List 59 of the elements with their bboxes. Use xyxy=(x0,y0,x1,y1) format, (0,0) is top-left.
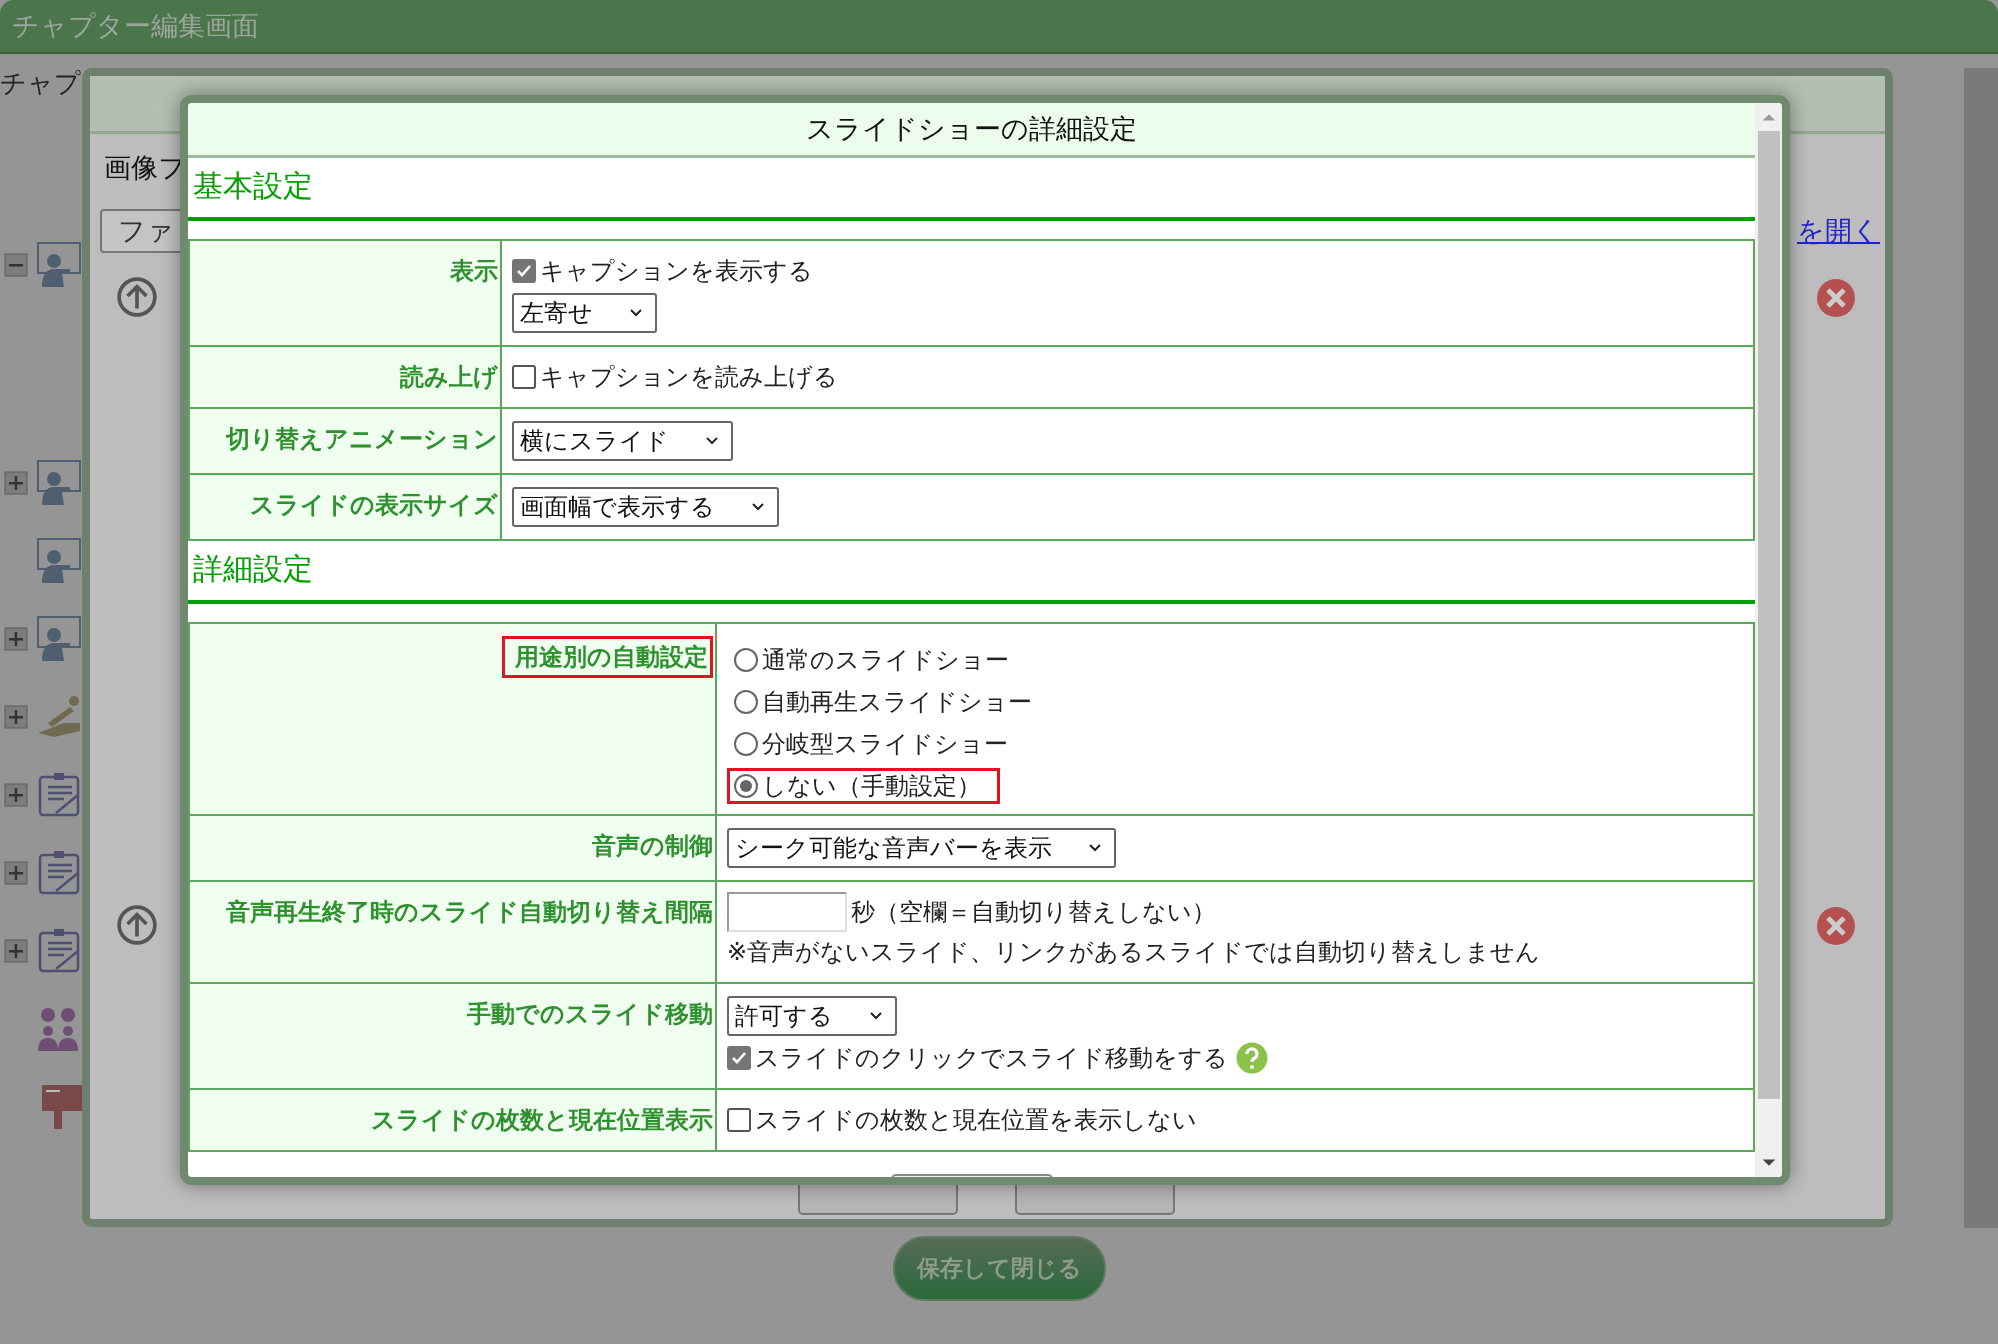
open-link[interactable]: を開く xyxy=(1797,213,1880,249)
expand-icon[interactable] xyxy=(4,471,28,495)
radio-button[interactable] xyxy=(734,732,758,756)
setting-label: スライドの表示サイズ xyxy=(250,490,498,521)
delete-icon[interactable] xyxy=(1816,278,1856,318)
scrollbar[interactable] xyxy=(1755,103,1782,1177)
scrollbar[interactable] xyxy=(1964,68,1998,1228)
page-title: チャプター編集画面 xyxy=(12,9,259,43)
checkbox[interactable] xyxy=(512,365,536,389)
radio-button[interactable] xyxy=(734,774,758,798)
radio-label[interactable]: 通常のスライドショー xyxy=(762,644,1009,676)
note-text: ※音声がないスライド、リンクがあるスライドでは自動切り替えしません xyxy=(727,937,1541,968)
dropdown[interactable]: 画面幅で表示する xyxy=(512,487,779,527)
help-icon[interactable] xyxy=(1236,1042,1268,1074)
section-heading: 基本設定 xyxy=(188,158,1755,221)
radio-label[interactable]: 分岐型スライドショー xyxy=(762,728,1008,760)
dropdown[interactable]: 横にスライド xyxy=(512,421,733,461)
caret-icon xyxy=(869,1011,883,1021)
checkbox-label[interactable]: キャプションを読み上げる xyxy=(540,361,838,393)
presenter-icon xyxy=(34,537,82,585)
setting-label: 音声再生終了時のスライド自動切り替え間隔 xyxy=(226,897,713,928)
field-label: 画像フ xyxy=(104,151,186,185)
delete-icon[interactable] xyxy=(1816,906,1856,946)
expand-icon[interactable] xyxy=(4,705,28,729)
expand-icon[interactable] xyxy=(4,627,28,651)
section-heading: 詳細設定 xyxy=(188,541,1755,604)
setting-label: 用途別の自動設定 xyxy=(502,636,713,678)
setting-label: 音声の制御 xyxy=(592,831,713,862)
setting-label: 読み上げ xyxy=(400,362,498,393)
setting-label: 切り替えアニメーション xyxy=(226,424,498,455)
caret-icon xyxy=(705,436,719,446)
checkbox-label[interactable]: スライドのクリックでスライド移動をする xyxy=(755,1042,1228,1074)
dropdown[interactable]: 左寄せ xyxy=(512,293,657,333)
field-label: チャプ xyxy=(0,67,81,100)
field-hint: 秒（空欄＝自動切り替えしない） xyxy=(851,897,1216,928)
caret-icon xyxy=(629,308,643,318)
checkbox[interactable] xyxy=(512,259,536,283)
radio-button[interactable] xyxy=(734,648,758,672)
presenter-icon xyxy=(34,241,82,289)
presenter-icon xyxy=(34,615,82,663)
dropdown[interactable]: 許可する xyxy=(727,996,897,1036)
checkbox[interactable] xyxy=(727,1046,751,1070)
expand-icon[interactable] xyxy=(4,783,28,807)
collapse-icon[interactable] xyxy=(4,253,28,277)
setting-label: 手動でのスライド移動 xyxy=(467,999,713,1030)
radio-label[interactable]: 自動再生スライドショー xyxy=(762,686,1032,718)
caret-icon xyxy=(751,502,765,512)
expand-icon[interactable] xyxy=(4,939,28,963)
dialog-title: スライドショーの詳細設定 xyxy=(806,112,1137,146)
caret-icon xyxy=(1088,843,1102,853)
dropdown[interactable]: シーク可能な音声バーを表示 xyxy=(727,828,1116,868)
expand-icon[interactable] xyxy=(4,861,28,885)
setting-label: スライドの枚数と現在位置表示 xyxy=(371,1105,713,1136)
seconds-field[interactable] xyxy=(727,892,847,932)
presenter-icon xyxy=(34,459,82,507)
checkbox[interactable] xyxy=(727,1108,751,1132)
setting-label: 表示 xyxy=(450,256,498,287)
checkbox-label[interactable]: キャプションを表示する xyxy=(540,255,813,287)
radio-button[interactable] xyxy=(734,690,758,714)
